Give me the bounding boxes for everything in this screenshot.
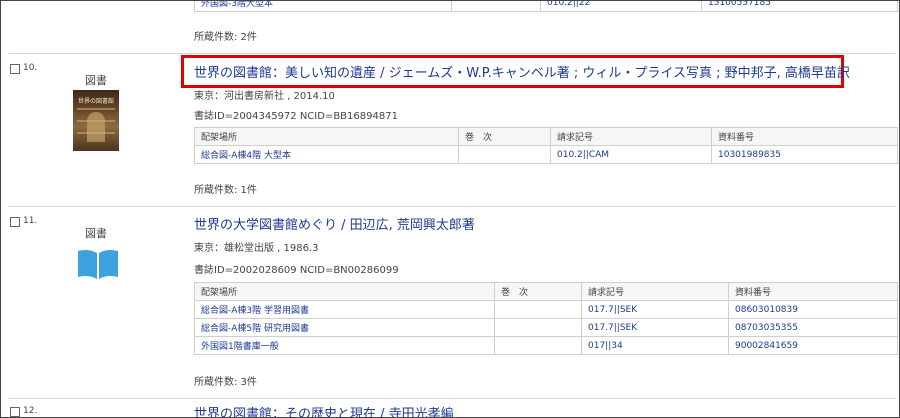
header-volume: 巻 次	[494, 282, 582, 301]
holding-location-link[interactable]: 総合図-A棟4階 大型本	[194, 145, 459, 164]
holding-material-id[interactable]: 90002841659	[728, 336, 898, 355]
record-number: 10.	[23, 63, 38, 73]
record-title-link[interactable]: 世界の大学図書館めぐり / 田辺広, 荒岡興太郎著	[194, 214, 475, 233]
header-volume: 巻 次	[458, 127, 551, 146]
holding-location-link[interactable]: 外国図-3階大型本	[194, 1, 452, 12]
holdings-table: 配架場所 巻 次 請求記号 資料番号 総合図-A棟3階 学習用図書 017.7|…	[194, 282, 898, 355]
table-row: 総合図-A棟5階 研究用図書 017.7||SEK 08703035355	[194, 318, 898, 337]
holding-volume	[494, 318, 582, 337]
material-type: 図書	[85, 74, 107, 87]
record-checkbox[interactable]	[10, 407, 20, 417]
record-publisher: 東京：河出書房新社 , 2014.10	[194, 91, 335, 102]
table-row: 外国図1階書庫一般 017||34 90002841659	[194, 336, 898, 355]
table-header-row: 配架場所 巻 次 請求記号 資料番号	[194, 282, 898, 301]
record-divider	[9, 53, 895, 54]
record-ids: 書誌ID=2004345972 NCID=BB16894871	[194, 111, 398, 122]
record-divider	[9, 398, 895, 399]
holding-call-number[interactable]: 017.7||SEK	[581, 300, 729, 319]
holding-call-number[interactable]: 010.2||22	[540, 1, 702, 12]
holding-location-link[interactable]: 外国図1階書庫一般	[194, 336, 495, 355]
holding-call-number[interactable]: 010.2||CAM	[550, 145, 712, 164]
record-title-link[interactable]: 世界の図書館：美しい知の遺産 / ジェームズ・W.P.キャンベル著 ; ウィル・…	[194, 62, 850, 81]
cover-title: 世界の図書館	[77, 98, 114, 105]
holding-volume	[494, 336, 582, 355]
record-title-link[interactable]: 世界の図書館：その歴史と現在 / 寺田光孝編	[194, 403, 454, 417]
holding-volume	[451, 1, 541, 12]
holdings-count: 所蔵件数: 2件	[194, 32, 257, 43]
header-location: 配架場所	[194, 127, 459, 146]
book-cover-image[interactable]: 世界の図書館	[73, 90, 119, 151]
table-row: 総合図-A棟4階 大型本 010.2||CAM 10301989835	[194, 145, 898, 164]
table-row: 外国図-3階大型本 010.2||22 15100557185	[194, 1, 898, 12]
material-type: 図書	[85, 227, 107, 240]
holding-material-id[interactable]: 15100557185	[701, 1, 898, 12]
record-divider	[9, 206, 895, 207]
record-ids: 書誌ID=2002028609 NCID=BN00286099	[194, 265, 399, 276]
record-checkbox[interactable]	[10, 217, 20, 227]
holding-location-link[interactable]: 総合図-A棟3階 学習用図書	[194, 300, 495, 319]
holding-call-number[interactable]: 017.7||SEK	[581, 318, 729, 337]
record-number: 12.	[23, 406, 38, 416]
holding-material-id[interactable]: 08703035355	[728, 318, 898, 337]
header-call-number: 請求記号	[581, 282, 729, 301]
holdings-table: 配架場所 巻 次 請求記号 資料番号 総合図-A棟4階 大型本 010.2||C…	[194, 127, 898, 164]
record-number: 11.	[23, 216, 38, 226]
holding-material-id[interactable]: 08603010839	[728, 300, 898, 319]
search-results-panel: 外国図-3階大型本 010.2||22 15100557185 所蔵件数: 2件…	[0, 0, 900, 418]
holdings-table-prev: 外国図-3階大型本 010.2||22 15100557185	[194, 1, 898, 12]
holding-call-number[interactable]: 017||34	[581, 336, 729, 355]
header-material-id: 資料番号	[711, 127, 898, 146]
holding-material-id[interactable]: 10301989835	[711, 145, 898, 164]
book-icon	[78, 249, 118, 279]
holdings-count: 所蔵件数: 1件	[194, 185, 257, 196]
holding-location-link[interactable]: 総合図-A棟5階 研究用図書	[194, 318, 495, 337]
holding-volume	[494, 300, 582, 319]
record-checkbox[interactable]	[10, 64, 20, 74]
header-location: 配架場所	[194, 282, 495, 301]
record-publisher: 東京：雄松堂出版 , 1986.3	[194, 243, 319, 254]
table-header-row: 配架場所 巻 次 請求記号 資料番号	[194, 127, 898, 146]
holdings-count: 所蔵件数: 3件	[194, 377, 257, 388]
header-call-number: 請求記号	[550, 127, 712, 146]
holding-volume	[458, 145, 551, 164]
header-material-id: 資料番号	[728, 282, 898, 301]
table-row: 総合図-A棟3階 学習用図書 017.7||SEK 08603010839	[194, 300, 898, 319]
